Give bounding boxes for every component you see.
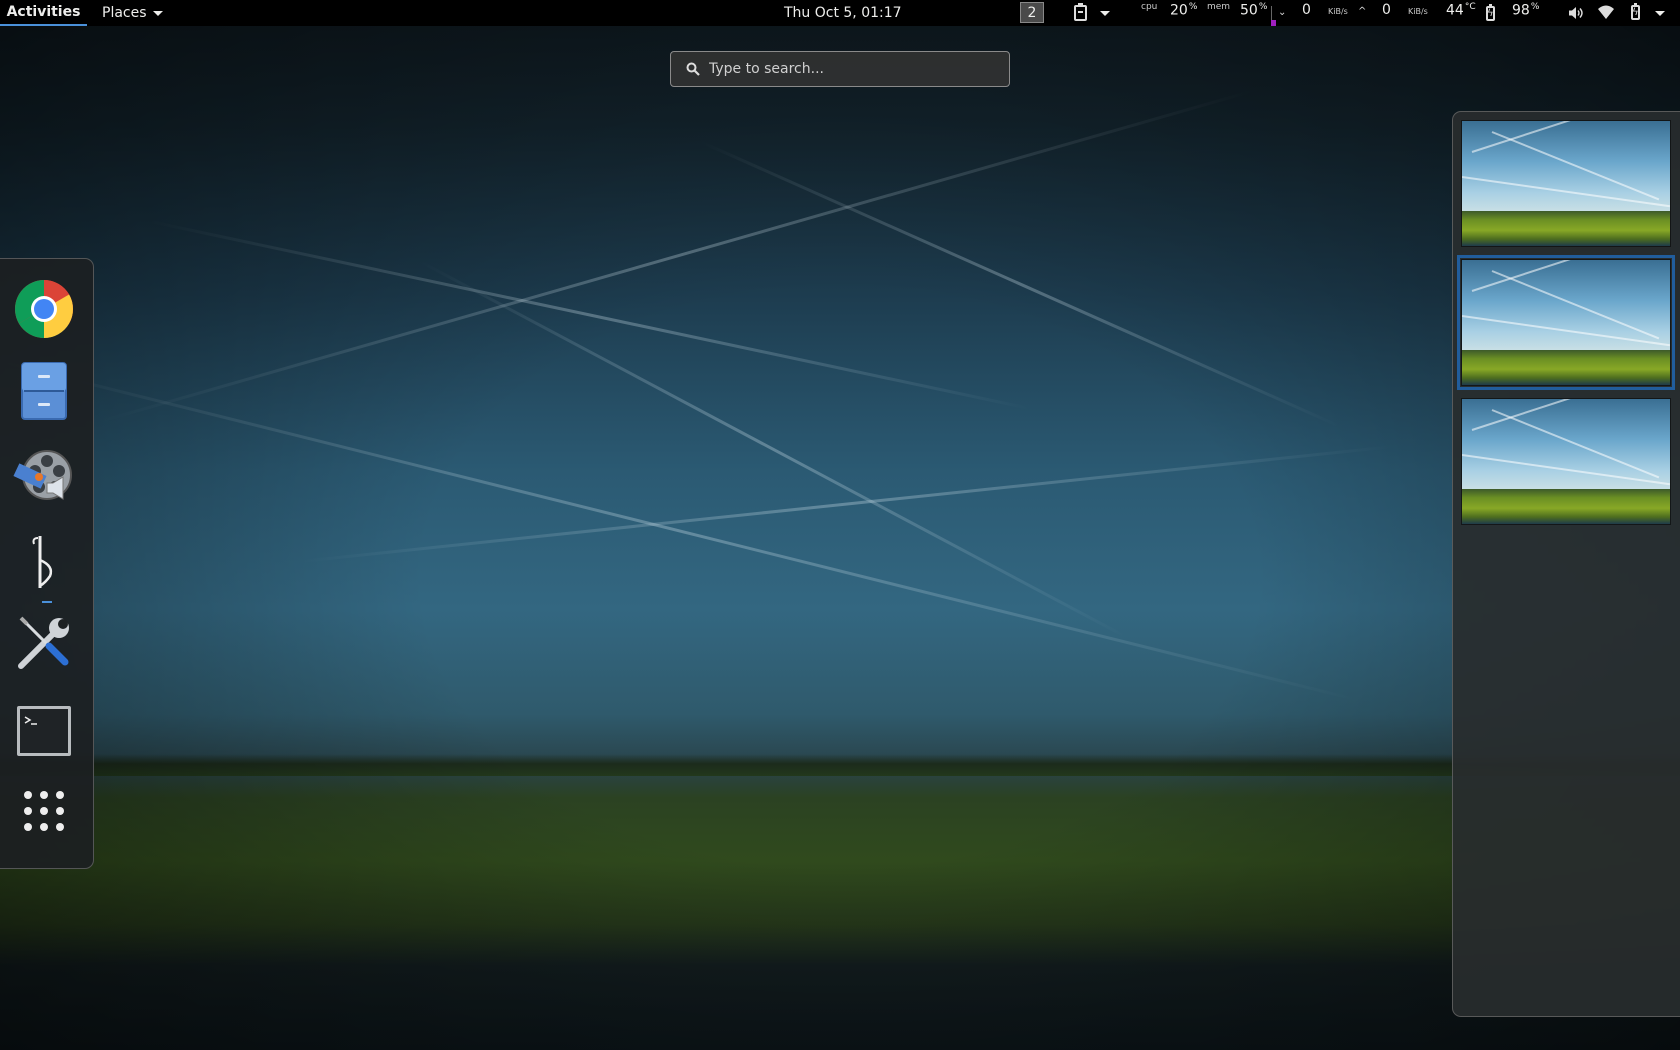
show-applications-button[interactable] — [12, 779, 76, 843]
download-arrow-icon: ⌄ — [1278, 7, 1287, 18]
workspace-thumbnail-2[interactable] — [1457, 255, 1675, 390]
places-menu[interactable]: Places — [102, 0, 163, 26]
download-unit: KiB/s — [1328, 7, 1348, 16]
mem-label: mem — [1207, 2, 1231, 12]
wifi-icon[interactable] — [1597, 4, 1615, 20]
search-input[interactable] — [709, 52, 999, 86]
pen-nib-icon — [32, 536, 53, 588]
places-label: Places — [102, 5, 147, 21]
battery-icon[interactable]: ϟ — [1631, 3, 1640, 20]
clipboard-icon[interactable] — [1074, 3, 1087, 21]
search-icon — [686, 62, 700, 76]
temperature-value[interactable]: 44°C — [1446, 2, 1476, 19]
dash-app-editor[interactable] — [12, 529, 76, 593]
dash-app-media-player[interactable] — [12, 445, 76, 509]
terminal-icon — [17, 706, 71, 756]
top-bar: Activities Places Thu Oct 5, 01:17 2 cpu… — [0, 0, 1680, 26]
mem-value[interactable]: 50% — [1240, 2, 1267, 19]
dash-app-tweaks[interactable] — [12, 611, 76, 675]
desktop-wallpaper — [0, 0, 1680, 1050]
activities-button[interactable]: Activities — [0, 0, 87, 26]
workspace-thumbnail-1[interactable] — [1461, 120, 1671, 247]
clock[interactable]: Thu Oct 5, 01:17 — [784, 0, 902, 26]
volume-icon[interactable] — [1568, 6, 1584, 20]
download-value[interactable]: 0 — [1302, 2, 1311, 18]
mem-usage-bar — [1271, 6, 1276, 26]
chevron-down-icon — [152, 10, 163, 16]
wrench-screwdriver-icon — [18, 616, 69, 669]
workspace-indicator[interactable]: 2 — [1020, 2, 1044, 23]
dash — [0, 258, 94, 869]
file-cabinet-icon — [21, 362, 67, 420]
battery-value[interactable]: 98% — [1512, 2, 1539, 19]
dash-app-files[interactable] — [12, 359, 76, 423]
film-reel-speaker-icon — [13, 450, 72, 500]
dash-app-chrome[interactable] — [12, 277, 76, 341]
workspace-thumbnail-3[interactable] — [1461, 398, 1671, 525]
upload-arrow-icon: ^ — [1358, 6, 1367, 17]
cpu-value[interactable]: 20% — [1170, 2, 1197, 19]
battery-charging-icon: ϟ — [1486, 4, 1495, 21]
upload-value[interactable]: 0 — [1382, 2, 1391, 18]
chevron-down-icon[interactable] — [1100, 11, 1110, 16]
upload-unit: KiB/s — [1408, 7, 1428, 16]
dash-app-terminal[interactable] — [12, 699, 76, 763]
app-grid-icon — [24, 791, 64, 831]
chrome-icon — [15, 280, 73, 338]
system-menu-chevron-icon[interactable] — [1655, 11, 1665, 16]
cpu-label: cpu — [1141, 2, 1158, 12]
search-box[interactable] — [670, 51, 1010, 87]
running-indicator — [42, 601, 52, 603]
